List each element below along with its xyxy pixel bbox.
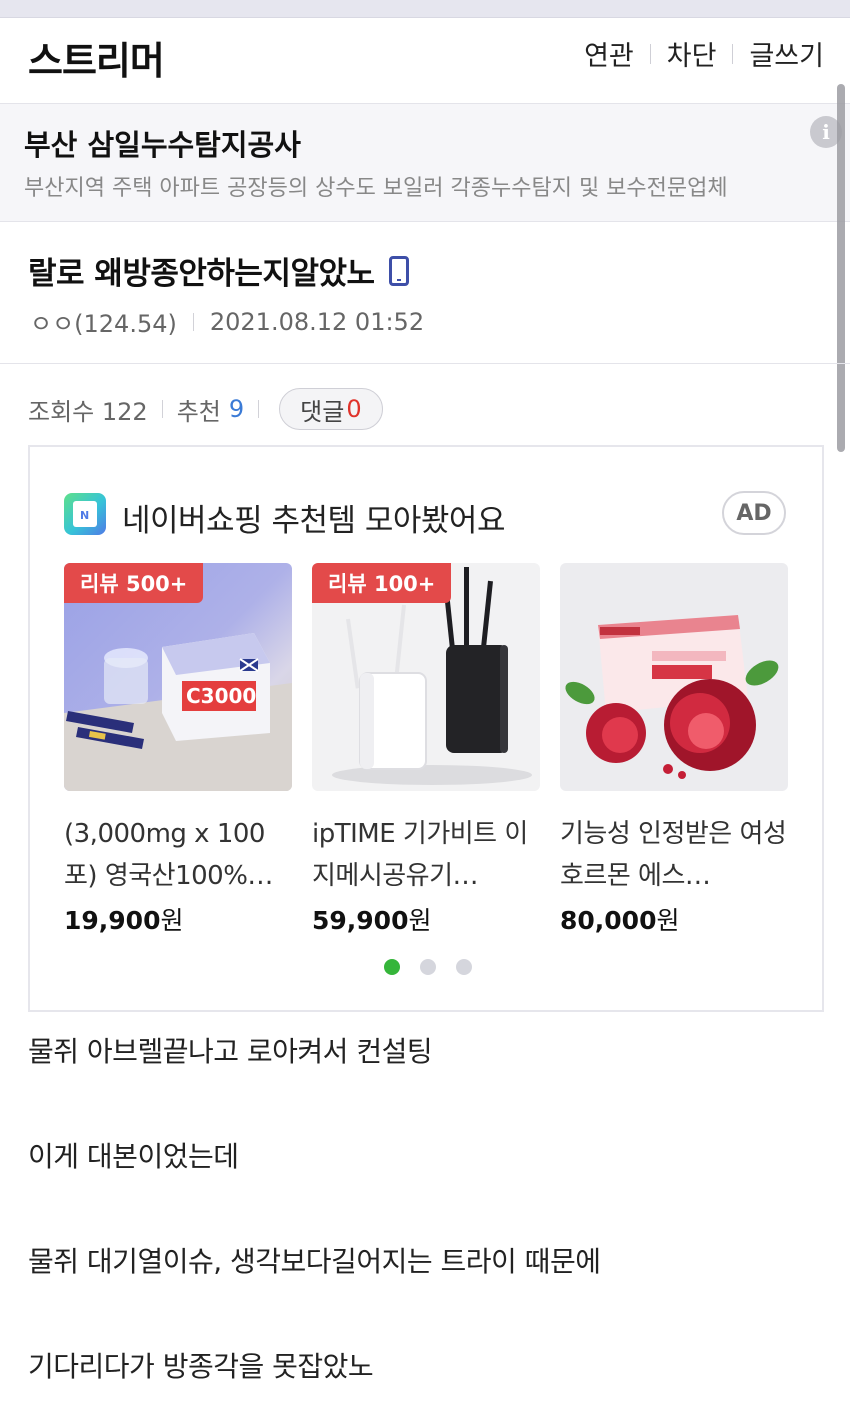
post-date: 2021.08.12 01:52: [209, 307, 425, 336]
comment-count: 0: [346, 395, 362, 423]
view-count: 조회수 122: [28, 397, 148, 426]
post-title-row: 랄로 왜방종안하는지알았노: [28, 248, 409, 293]
product-card[interactable]: 기능성 인정받은 여성 호르몬 에스… 80,000원: [560, 563, 788, 937]
post-meta: ㅇㅇ(124.54) 2021.08.12 01:52: [30, 304, 424, 339]
recommend-label: 추천: [176, 397, 221, 426]
stats-divider: [258, 400, 260, 418]
meta-divider: [192, 312, 194, 331]
gallery-title[interactable]: 스트리머: [28, 30, 165, 85]
ad-description: 부산지역 주택 아파트 공장등의 상수도 보일러 각종누수탐지 및 보수전문업체: [24, 176, 728, 201]
body-line: 물쥐 아브렐끝나고 로아켜서 컨설팅: [28, 1035, 433, 1068]
price-value: 59,900: [312, 906, 409, 935]
price-unit: 원: [160, 906, 184, 935]
write-link[interactable]: 글쓰기: [749, 34, 824, 73]
product-name[interactable]: 기능성 인정받은 여성 호르몬 에스…: [560, 813, 788, 897]
product-name[interactable]: ipTIME 기가비트 이지메시공유기…: [312, 813, 540, 897]
related-link[interactable]: 연관: [584, 34, 634, 73]
status-strip: [0, 0, 850, 18]
body-line: 기다리다가 방종각을 못잡았노: [28, 1350, 374, 1383]
price-unit: 원: [408, 906, 432, 935]
post-stats: 조회수 122 추천 9 댓글 0: [28, 388, 383, 430]
price-value: 80,000: [560, 906, 657, 935]
comment-button[interactable]: 댓글 0: [279, 388, 383, 430]
svg-text:C3000: C3000: [186, 684, 256, 708]
mobile-icon: [388, 255, 409, 286]
product-image[interactable]: [560, 563, 788, 791]
carousel-dot[interactable]: [456, 959, 472, 975]
text-ad-banner[interactable]: 부산 삼일누수탐지공사 부산지역 주택 아파트 공장등의 상수도 보일러 각종누…: [0, 104, 850, 222]
product-card[interactable]: 리뷰 100+ ipTIME 기가비트 이지메시공유기… 59,900원: [312, 563, 540, 937]
header-nav: 연관 차단 글쓰기: [584, 34, 824, 73]
body-line: 이게 대본이었는데: [28, 1140, 239, 1173]
product-price: 59,900원: [312, 901, 540, 937]
product-image[interactable]: 리뷰 100+: [312, 563, 540, 791]
product-name[interactable]: (3,000mg x 100포) 영국산100%…: [64, 813, 292, 897]
stats-divider: [161, 400, 163, 418]
author-name[interactable]: ㅇㅇ(124.54): [30, 304, 177, 339]
post-title: 랄로 왜방종안하는지알았노: [28, 256, 375, 292]
carousel-dot[interactable]: [420, 959, 436, 975]
price-value: 19,900: [64, 906, 161, 935]
ad-title[interactable]: 부산 삼일누수탐지공사: [24, 122, 301, 164]
review-badge: 리뷰 500+: [64, 563, 204, 603]
carousel-pagination: [30, 959, 826, 975]
price-unit: 원: [656, 906, 680, 935]
post-header: 랄로 왜방종안하는지알았노 ㅇㅇ(124.54) 2021.08.12 01:5…: [0, 222, 850, 364]
shopping-ad-box: 네이버쇼핑 추천템 모아봤어요 AD C3000 리뷰 500+ (3,000m…: [28, 445, 824, 1012]
shopping-title: 네이버쇼핑 추천템 모아봤어요: [122, 503, 505, 539]
header: 스트리머 연관 차단 글쓰기: [0, 18, 850, 104]
product-price: 80,000원: [560, 901, 788, 937]
carousel-dot[interactable]: [384, 959, 400, 975]
product-card[interactable]: C3000 리뷰 500+ (3,000mg x 100포) 영국산100%… …: [64, 563, 292, 937]
body-line: 물쥐 대기열이슈, 생각보다길어지는 트라이 때문에: [28, 1245, 601, 1278]
recommend-count: 9: [228, 395, 245, 423]
product-image[interactable]: C3000 리뷰 500+: [64, 563, 292, 791]
review-badge: 리뷰 100+: [312, 563, 452, 603]
block-link[interactable]: 차단: [667, 34, 717, 73]
nav-divider: [649, 43, 651, 64]
comment-label: 댓글: [300, 397, 345, 426]
ad-badge[interactable]: AD: [722, 491, 786, 535]
nav-divider: [732, 43, 734, 64]
naver-shopping-logo-icon: [64, 493, 106, 535]
product-price: 19,900원: [64, 901, 292, 937]
